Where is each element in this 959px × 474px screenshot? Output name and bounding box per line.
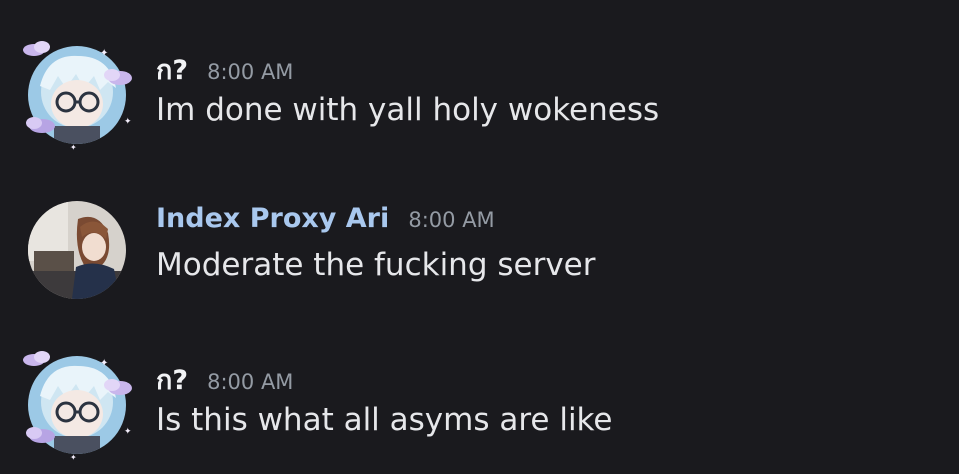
anime-avatar-glasses-icon[interactable]	[28, 356, 126, 454]
message-content: Im done with yall holy wokeness	[156, 92, 660, 128]
svg-text:✦: ✦	[124, 427, 132, 437]
timestamp[interactable]: 8:00 AM	[207, 60, 293, 84]
message: ✦ ✦ ✦ ก? 8:00 AM Im done with yall holy …	[0, 30, 959, 160]
svg-text:✦: ✦	[70, 143, 77, 152]
svg-text:✦: ✦	[124, 117, 132, 127]
message-content: Is this what all asyms are like	[156, 402, 613, 438]
avatar-with-decoration[interactable]: ✦ ✦ ✦	[20, 38, 136, 154]
username[interactable]: ก?	[156, 365, 188, 396]
message-header: ก? 8:00 AM	[156, 48, 293, 88]
anime-avatar-glasses-icon[interactable]	[28, 46, 126, 144]
message: ✦ ✦ ✦ ก? 8:00 AM Is this what all asyms …	[0, 340, 959, 470]
message: Index Proxy Ari 8:00 AM Moderate the fuc…	[0, 185, 959, 315]
timestamp[interactable]: 8:00 AM	[408, 208, 494, 232]
avatar-with-decoration[interactable]: ✦ ✦ ✦	[20, 348, 136, 464]
anime-avatar-brown-hair-icon[interactable]	[28, 201, 126, 299]
username[interactable]: Index Proxy Ari	[156, 203, 389, 234]
message-content: Moderate the fucking server	[156, 247, 596, 283]
timestamp[interactable]: 8:00 AM	[207, 370, 293, 394]
avatar-with-decoration[interactable]	[20, 193, 136, 309]
message-header: Index Proxy Ari 8:00 AM	[156, 203, 495, 243]
message-header: ก? 8:00 AM	[156, 358, 293, 398]
svg-text:✦: ✦	[70, 453, 77, 462]
username[interactable]: ก?	[156, 55, 188, 86]
